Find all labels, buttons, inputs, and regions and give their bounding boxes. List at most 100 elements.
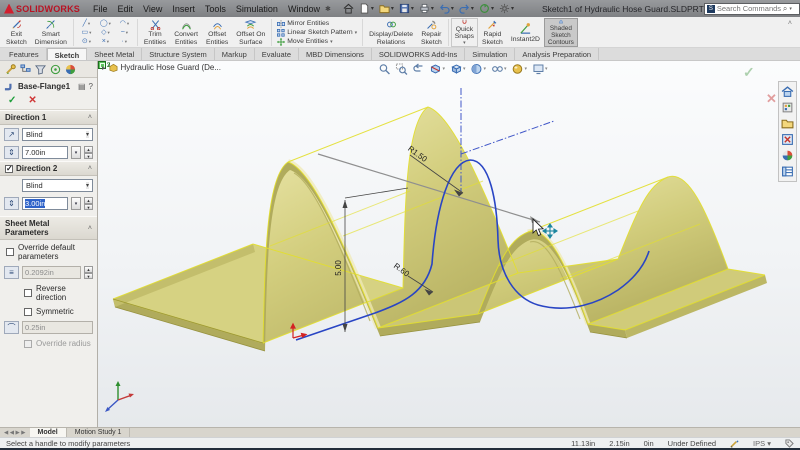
collapse-chevron-icon[interactable]: ˄ <box>88 114 92 121</box>
sheet-metal-parameters-header[interactable]: Sheet Metal Parameters ˄ <box>0 216 97 240</box>
sketch-entity-button[interactable]: ╱ <box>78 19 95 28</box>
menu-item[interactable]: View <box>138 4 167 14</box>
pin-menu-icon[interactable]: ✱ <box>325 5 331 13</box>
search-icon[interactable]: ⌕ <box>783 4 787 14</box>
command-tab[interactable]: Sheet Metal <box>87 48 142 60</box>
edit-appearance-icon[interactable]: ▾ <box>512 63 528 75</box>
thickness-input[interactable]: 0.2092in <box>22 266 81 279</box>
menu-item[interactable]: File <box>88 4 113 14</box>
menu-item[interactable]: Insert <box>167 4 200 14</box>
command-tab[interactable]: Evaluate <box>255 48 299 60</box>
smart-dimension-button[interactable]: SmartDimension <box>31 18 71 47</box>
tab-scroll-buttons[interactable]: ◀ ◀ ▶ ▶ <box>0 428 30 437</box>
menu-item[interactable]: Simulation <box>231 4 283 14</box>
unit-system[interactable]: IPS ▾ <box>753 439 771 448</box>
reverse-direction-checkbox[interactable] <box>24 289 32 297</box>
direction2-end-condition-select[interactable]: Blind▾ <box>22 179 93 192</box>
cancel-button[interactable]: ✕ <box>28 95 36 106</box>
depth1-spin-link-icon[interactable]: ▾ <box>71 146 81 159</box>
xpress-products-icon[interactable] <box>781 133 794 146</box>
print-icon[interactable]: ▾ <box>417 3 436 14</box>
sheet-metal-part[interactable] <box>113 107 767 351</box>
feature-tree-flyout[interactable]: ▸ Hydraulic Hose Guard (De... <box>102 63 221 72</box>
depth2-spin-link-icon[interactable]: ▾ <box>71 197 81 210</box>
command-tab[interactable]: Structure System <box>142 48 215 60</box>
zoom-area-icon[interactable] <box>395 63 407 75</box>
direction1-group-header[interactable]: Direction 1 ˄ <box>0 110 97 125</box>
keep-visible-icon[interactable]: ▤ <box>78 82 86 91</box>
reverse-direction1-icon[interactable]: ↗ <box>4 128 19 141</box>
view-settings-icon[interactable]: ▾ <box>532 63 548 75</box>
direction2-group-header[interactable]: Direction 2 ˄ <box>0 161 97 176</box>
offset-on-surface-button[interactable]: Offset OnSurface <box>232 18 269 47</box>
command-tab[interactable]: Features <box>2 48 47 60</box>
rapid-sketch-button[interactable]: RapidSketch <box>478 18 507 47</box>
redo-icon[interactable]: ▾ <box>457 3 476 14</box>
thickness-spinner[interactable]: ▲▼ <box>84 266 93 279</box>
file-explorer-icon[interactable] <box>781 117 794 130</box>
view-orientation-icon[interactable]: ▾ <box>450 63 466 75</box>
collapse-chevron-icon[interactable]: ˄ <box>88 165 92 172</box>
design-library-icon[interactable] <box>781 101 794 114</box>
property-manager-icon[interactable] <box>5 64 16 75</box>
sketch-entity-button[interactable]: ◇ <box>97 28 114 37</box>
command-tab[interactable]: Analysis Preparation <box>515 48 599 60</box>
sketch-entity-button[interactable]: ⊙ <box>78 37 95 46</box>
command-tab[interactable]: Markup <box>215 48 255 60</box>
direction2-checkbox[interactable] <box>5 165 13 173</box>
command-tab[interactable]: SOLIDWORKS Add-Ins <box>372 48 465 60</box>
help-icon[interactable]: ? <box>89 82 93 91</box>
design-tree-icon[interactable] <box>20 64 31 75</box>
tags-icon[interactable] <box>785 439 794 448</box>
exit-sketch-button[interactable]: ExitSketch <box>2 18 31 47</box>
symmetric-checkbox[interactable] <box>24 308 32 316</box>
search-scope-caret-icon[interactable]: ▾ <box>789 6 792 12</box>
search-commands-box[interactable]: S ⌕ ▾ <box>704 3 800 15</box>
zoom-fit-icon[interactable] <box>378 63 390 75</box>
override-radius-checkbox[interactable] <box>24 340 32 348</box>
confirmation-corner-accept-icon[interactable]: ✓ <box>743 64 755 81</box>
menu-item[interactable]: Edit <box>113 4 139 14</box>
menu-item[interactable]: Window <box>283 4 325 14</box>
model-tab[interactable]: Model <box>30 428 67 437</box>
menu-item[interactable]: Tools <box>200 4 231 14</box>
display-pane-icon[interactable] <box>50 64 61 75</box>
collapse-chevron-icon[interactable]: ˄ <box>88 225 92 232</box>
linear-sketch-pattern-button[interactable]: Linear Sketch Pattern▾ <box>277 29 357 37</box>
appearances-icon[interactable] <box>65 64 76 75</box>
display-style-icon[interactable]: ▾ <box>470 63 486 75</box>
filter-icon[interactable] <box>35 64 46 75</box>
expand-arrow-icon[interactable]: ▸ <box>102 64 106 72</box>
direction2-depth-input[interactable]: 3.00in <box>22 197 68 210</box>
repair-sketch-button[interactable]: RepairSketch <box>417 18 446 47</box>
previous-view-icon[interactable] <box>412 63 424 75</box>
ok-button[interactable]: ✓ <box>8 95 16 106</box>
graphics-area[interactable]: 5.00 R1.50 R.60 <box>98 61 800 427</box>
home-icon[interactable] <box>341 3 356 14</box>
save-icon[interactable]: ▾ <box>397 3 416 14</box>
override-default-parameters-checkbox[interactable] <box>6 248 14 256</box>
section-view-icon[interactable]: ▾ <box>429 63 445 75</box>
command-tab[interactable]: Simulation <box>465 48 515 60</box>
instant2d-button[interactable]: Instant2D <box>507 18 544 47</box>
direction1-end-condition-select[interactable]: Blind▾ <box>22 128 93 141</box>
confirmation-corner-cancel-icon[interactable]: ✕ <box>766 91 777 107</box>
bend-radius-input[interactable]: 0.25in <box>22 321 93 334</box>
trim-entities-button[interactable]: TrimEntities <box>140 18 170 47</box>
tree-document-label[interactable]: Hydraulic Hose Guard (De... <box>121 63 221 72</box>
sketch-entity-button[interactable]: ~ <box>116 28 133 37</box>
convert-entities-button[interactable]: ConvertEntities <box>170 18 202 47</box>
custom-properties-icon[interactable] <box>781 165 794 178</box>
ribbon-collapse-icon[interactable]: ˄ <box>782 18 798 29</box>
move-entities-button[interactable]: Move Entities▾ <box>277 38 357 46</box>
shaded-sketch-contours-button[interactable]: ShadedSketchContours <box>544 18 578 47</box>
command-tab[interactable]: MBD Dimensions <box>299 48 372 60</box>
sketch-entity-button[interactable]: ◠ <box>116 19 133 28</box>
new-document-icon[interactable]: ▾ <box>357 3 376 14</box>
sketch-entity-button[interactable]: × <box>97 37 114 46</box>
open-icon[interactable]: ▾ <box>377 3 396 14</box>
offset-entities-button[interactable]: OffsetEntities <box>202 18 232 47</box>
depth2-spinner[interactable]: ▲▼ <box>84 197 93 210</box>
sketch-entity-button[interactable]: ∙ <box>116 37 133 46</box>
undo-icon[interactable]: ▾ <box>437 3 456 14</box>
